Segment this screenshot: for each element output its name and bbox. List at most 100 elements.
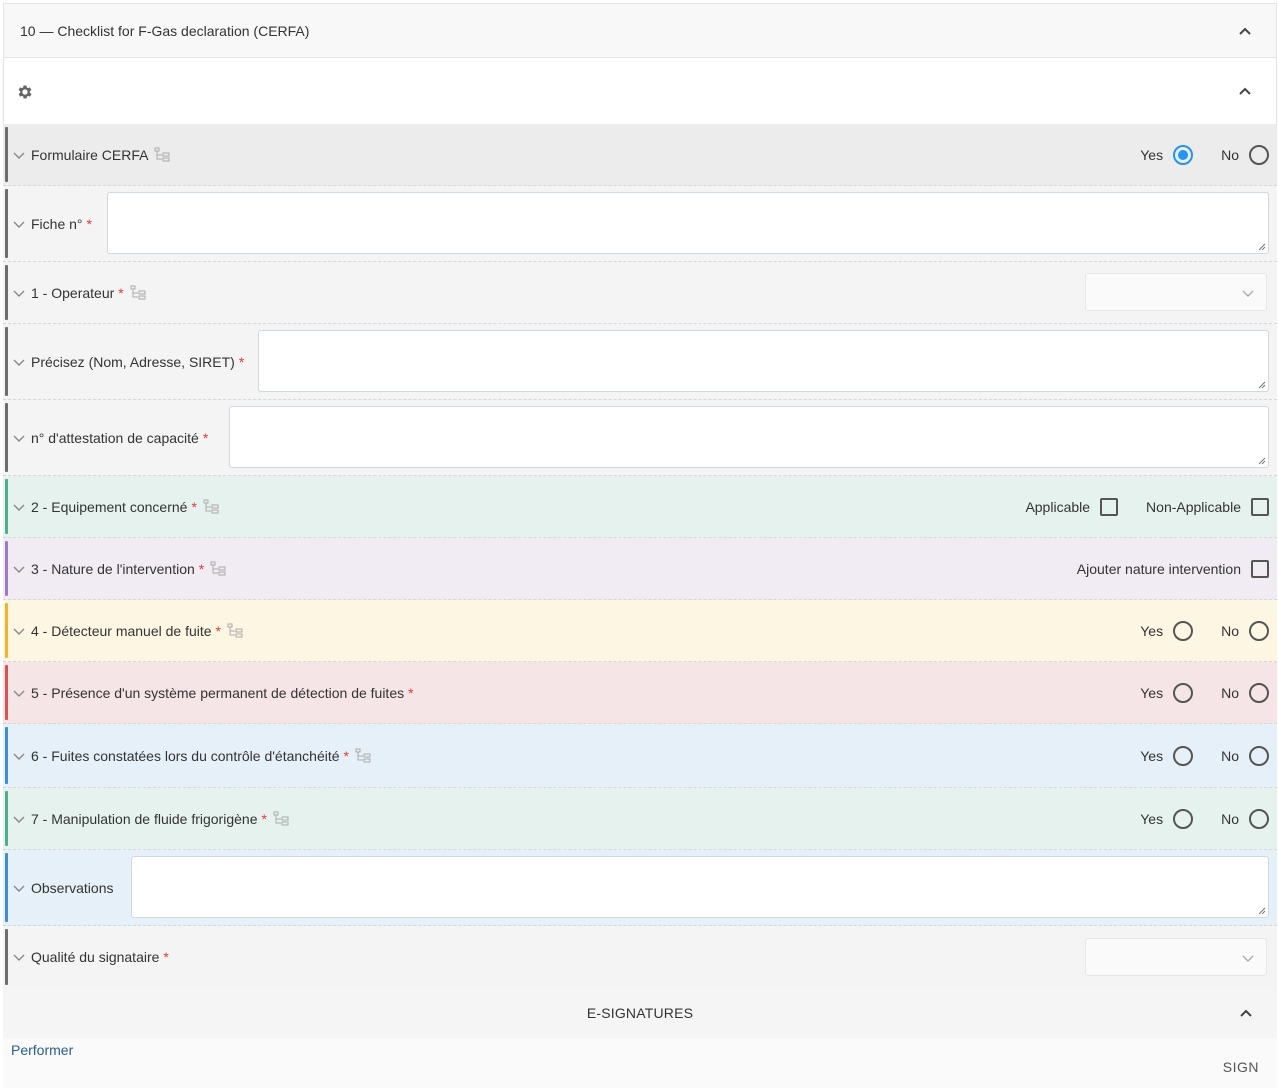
chevron-down-icon[interactable] bbox=[13, 501, 25, 513]
section-header[interactable]: 10 — Checklist for F-Gas declaration (CE… bbox=[3, 3, 1277, 57]
radio-no-circle[interactable] bbox=[1249, 620, 1269, 641]
row-nature-intervention: 3 - Nature de l'intervention * Ajouter na… bbox=[3, 538, 1277, 600]
row-operateur: 1 - Operateur * bbox=[3, 262, 1277, 324]
field-label-text: Qualité du signataire bbox=[31, 949, 160, 965]
attestation-textarea[interactable] bbox=[229, 406, 1269, 468]
row-accent-bar bbox=[5, 541, 8, 596]
radio-yes[interactable]: Yes bbox=[1140, 745, 1194, 766]
required-marker: * bbox=[408, 684, 414, 701]
chevron-down-icon[interactable] bbox=[13, 882, 25, 894]
radio-no[interactable]: No bbox=[1221, 682, 1269, 703]
chevron-down-icon[interactable] bbox=[13, 432, 25, 444]
hierarchy-icon[interactable] bbox=[273, 811, 290, 827]
checkbox-applicable-box[interactable] bbox=[1100, 497, 1119, 516]
field-label-text: Précisez (Nom, Adresse, SIRET) bbox=[31, 353, 235, 370]
radio-no[interactable]: No bbox=[1221, 620, 1269, 641]
field-label: n° d'attestation de capacité * bbox=[31, 430, 208, 446]
chevron-down-icon[interactable] bbox=[13, 813, 25, 825]
chevron-down-icon[interactable] bbox=[13, 951, 25, 963]
checkbox-non-applicable-box[interactable] bbox=[1251, 497, 1269, 516]
sign-button[interactable]: SIGN bbox=[1223, 1059, 1259, 1075]
observations-textarea[interactable] bbox=[131, 856, 1269, 918]
field-label: Qualité du signataire * bbox=[31, 949, 169, 965]
radio-yes[interactable]: Yes bbox=[1140, 620, 1194, 641]
radio-no-circle[interactable] bbox=[1249, 808, 1269, 829]
chevron-down-icon[interactable] bbox=[13, 625, 25, 637]
chevron-down-icon[interactable] bbox=[13, 287, 25, 299]
row-formulaire-cerfa: Formulaire CERFA Yes No bbox=[3, 124, 1277, 186]
required-marker: * bbox=[198, 560, 205, 577]
radio-yes-label: Yes bbox=[1140, 684, 1164, 701]
field-label-text: n° d'attestation de capacité bbox=[31, 429, 199, 446]
resize-grip-icon[interactable] bbox=[1258, 381, 1266, 389]
checkbox-applicable[interactable]: Applicable bbox=[1025, 497, 1119, 516]
esignatures-title: E-SIGNATURES bbox=[586, 1005, 694, 1021]
radio-yes-circle[interactable] bbox=[1173, 745, 1194, 766]
radio-no-circle[interactable] bbox=[1249, 745, 1269, 766]
qualite-select[interactable] bbox=[1085, 938, 1267, 976]
hierarchy-icon[interactable] bbox=[130, 285, 147, 301]
field-label: 1 - Operateur * bbox=[31, 285, 147, 301]
row-accent-bar bbox=[5, 127, 8, 182]
radio-no[interactable]: No bbox=[1221, 144, 1269, 165]
chevron-down-icon[interactable] bbox=[13, 750, 25, 762]
row-accent-bar bbox=[5, 853, 8, 922]
resize-grip-icon[interactable] bbox=[1258, 907, 1266, 915]
row-accent-bar bbox=[5, 791, 8, 846]
nature-checkbox-group: Ajouter nature intervention bbox=[1077, 559, 1269, 578]
field-label: Observations bbox=[31, 880, 113, 896]
row-equipement: 2 - Equipement concerné * Applicable Non-… bbox=[3, 476, 1277, 538]
row-accent-bar bbox=[5, 479, 8, 534]
field-label-text: Observations bbox=[31, 879, 114, 896]
row-accent-bar bbox=[5, 403, 8, 472]
radio-yes-label: Yes bbox=[1140, 810, 1164, 827]
resize-grip-icon[interactable] bbox=[1258, 457, 1266, 465]
gear-icon[interactable] bbox=[16, 83, 34, 101]
checkbox-non-applicable[interactable]: Non-Applicable bbox=[1146, 497, 1269, 516]
hierarchy-icon[interactable] bbox=[203, 499, 220, 515]
collapse-section-button[interactable] bbox=[1236, 22, 1254, 40]
radio-yes-circle[interactable] bbox=[1173, 144, 1194, 165]
chevron-down-icon[interactable] bbox=[13, 149, 25, 161]
radio-yes-circle[interactable] bbox=[1173, 620, 1194, 641]
collapse-toolbar-button[interactable] bbox=[1236, 82, 1254, 100]
checkbox-ajouter-nature[interactable]: Ajouter nature intervention bbox=[1077, 559, 1269, 578]
radio-yes-circle[interactable] bbox=[1173, 682, 1194, 703]
hierarchy-icon[interactable] bbox=[227, 623, 244, 639]
precisez-textarea[interactable] bbox=[258, 330, 1269, 392]
radio-yes-label: Yes bbox=[1140, 146, 1164, 163]
row-detecteur: 4 - Détecteur manuel de fuite * Yes No bbox=[3, 600, 1277, 662]
chevron-down-icon[interactable] bbox=[13, 218, 25, 230]
radio-yes[interactable]: Yes bbox=[1140, 808, 1194, 829]
resize-grip-icon[interactable] bbox=[1258, 243, 1266, 251]
operateur-select[interactable] bbox=[1085, 273, 1267, 311]
field-label: 7 - Manipulation de fluide frigorigène * bbox=[31, 811, 290, 827]
fiche-no-textarea[interactable] bbox=[107, 192, 1269, 254]
radio-no-circle[interactable] bbox=[1249, 682, 1269, 703]
collapse-esignatures-button[interactable] bbox=[1237, 1004, 1255, 1022]
required-marker: * bbox=[343, 747, 349, 764]
hierarchy-icon[interactable] bbox=[210, 561, 227, 577]
radio-no[interactable]: No bbox=[1221, 745, 1269, 766]
chevron-up-icon bbox=[1239, 87, 1251, 95]
row-accent-bar bbox=[5, 603, 8, 658]
radio-no-circle[interactable] bbox=[1249, 144, 1269, 165]
hierarchy-icon[interactable] bbox=[355, 748, 372, 764]
hierarchy-icon[interactable] bbox=[154, 147, 171, 163]
field-label: Précisez (Nom, Adresse, SIRET) * bbox=[31, 354, 244, 370]
row-accent-bar bbox=[5, 327, 8, 396]
esignatures-header[interactable]: E-SIGNATURES bbox=[3, 988, 1277, 1038]
radio-yes-circle[interactable] bbox=[1173, 808, 1194, 829]
radio-yes[interactable]: Yes bbox=[1140, 144, 1194, 165]
chevron-down-icon[interactable] bbox=[13, 356, 25, 368]
field-label: 4 - Détecteur manuel de fuite * bbox=[31, 623, 244, 639]
chevron-down-icon[interactable] bbox=[13, 563, 25, 575]
performer-link[interactable]: Performer bbox=[11, 1042, 73, 1058]
chevron-down-icon[interactable] bbox=[13, 687, 25, 699]
checkbox-ajouter-nature-box[interactable] bbox=[1251, 559, 1269, 578]
row-fuites-constatees: 6 - Fuites constatées lors du contrôle d… bbox=[3, 724, 1277, 788]
chevron-up-icon bbox=[1240, 1009, 1252, 1017]
radio-yes[interactable]: Yes bbox=[1140, 682, 1194, 703]
radio-no[interactable]: No bbox=[1221, 808, 1269, 829]
field-label-text: Formulaire CERFA bbox=[31, 146, 149, 163]
